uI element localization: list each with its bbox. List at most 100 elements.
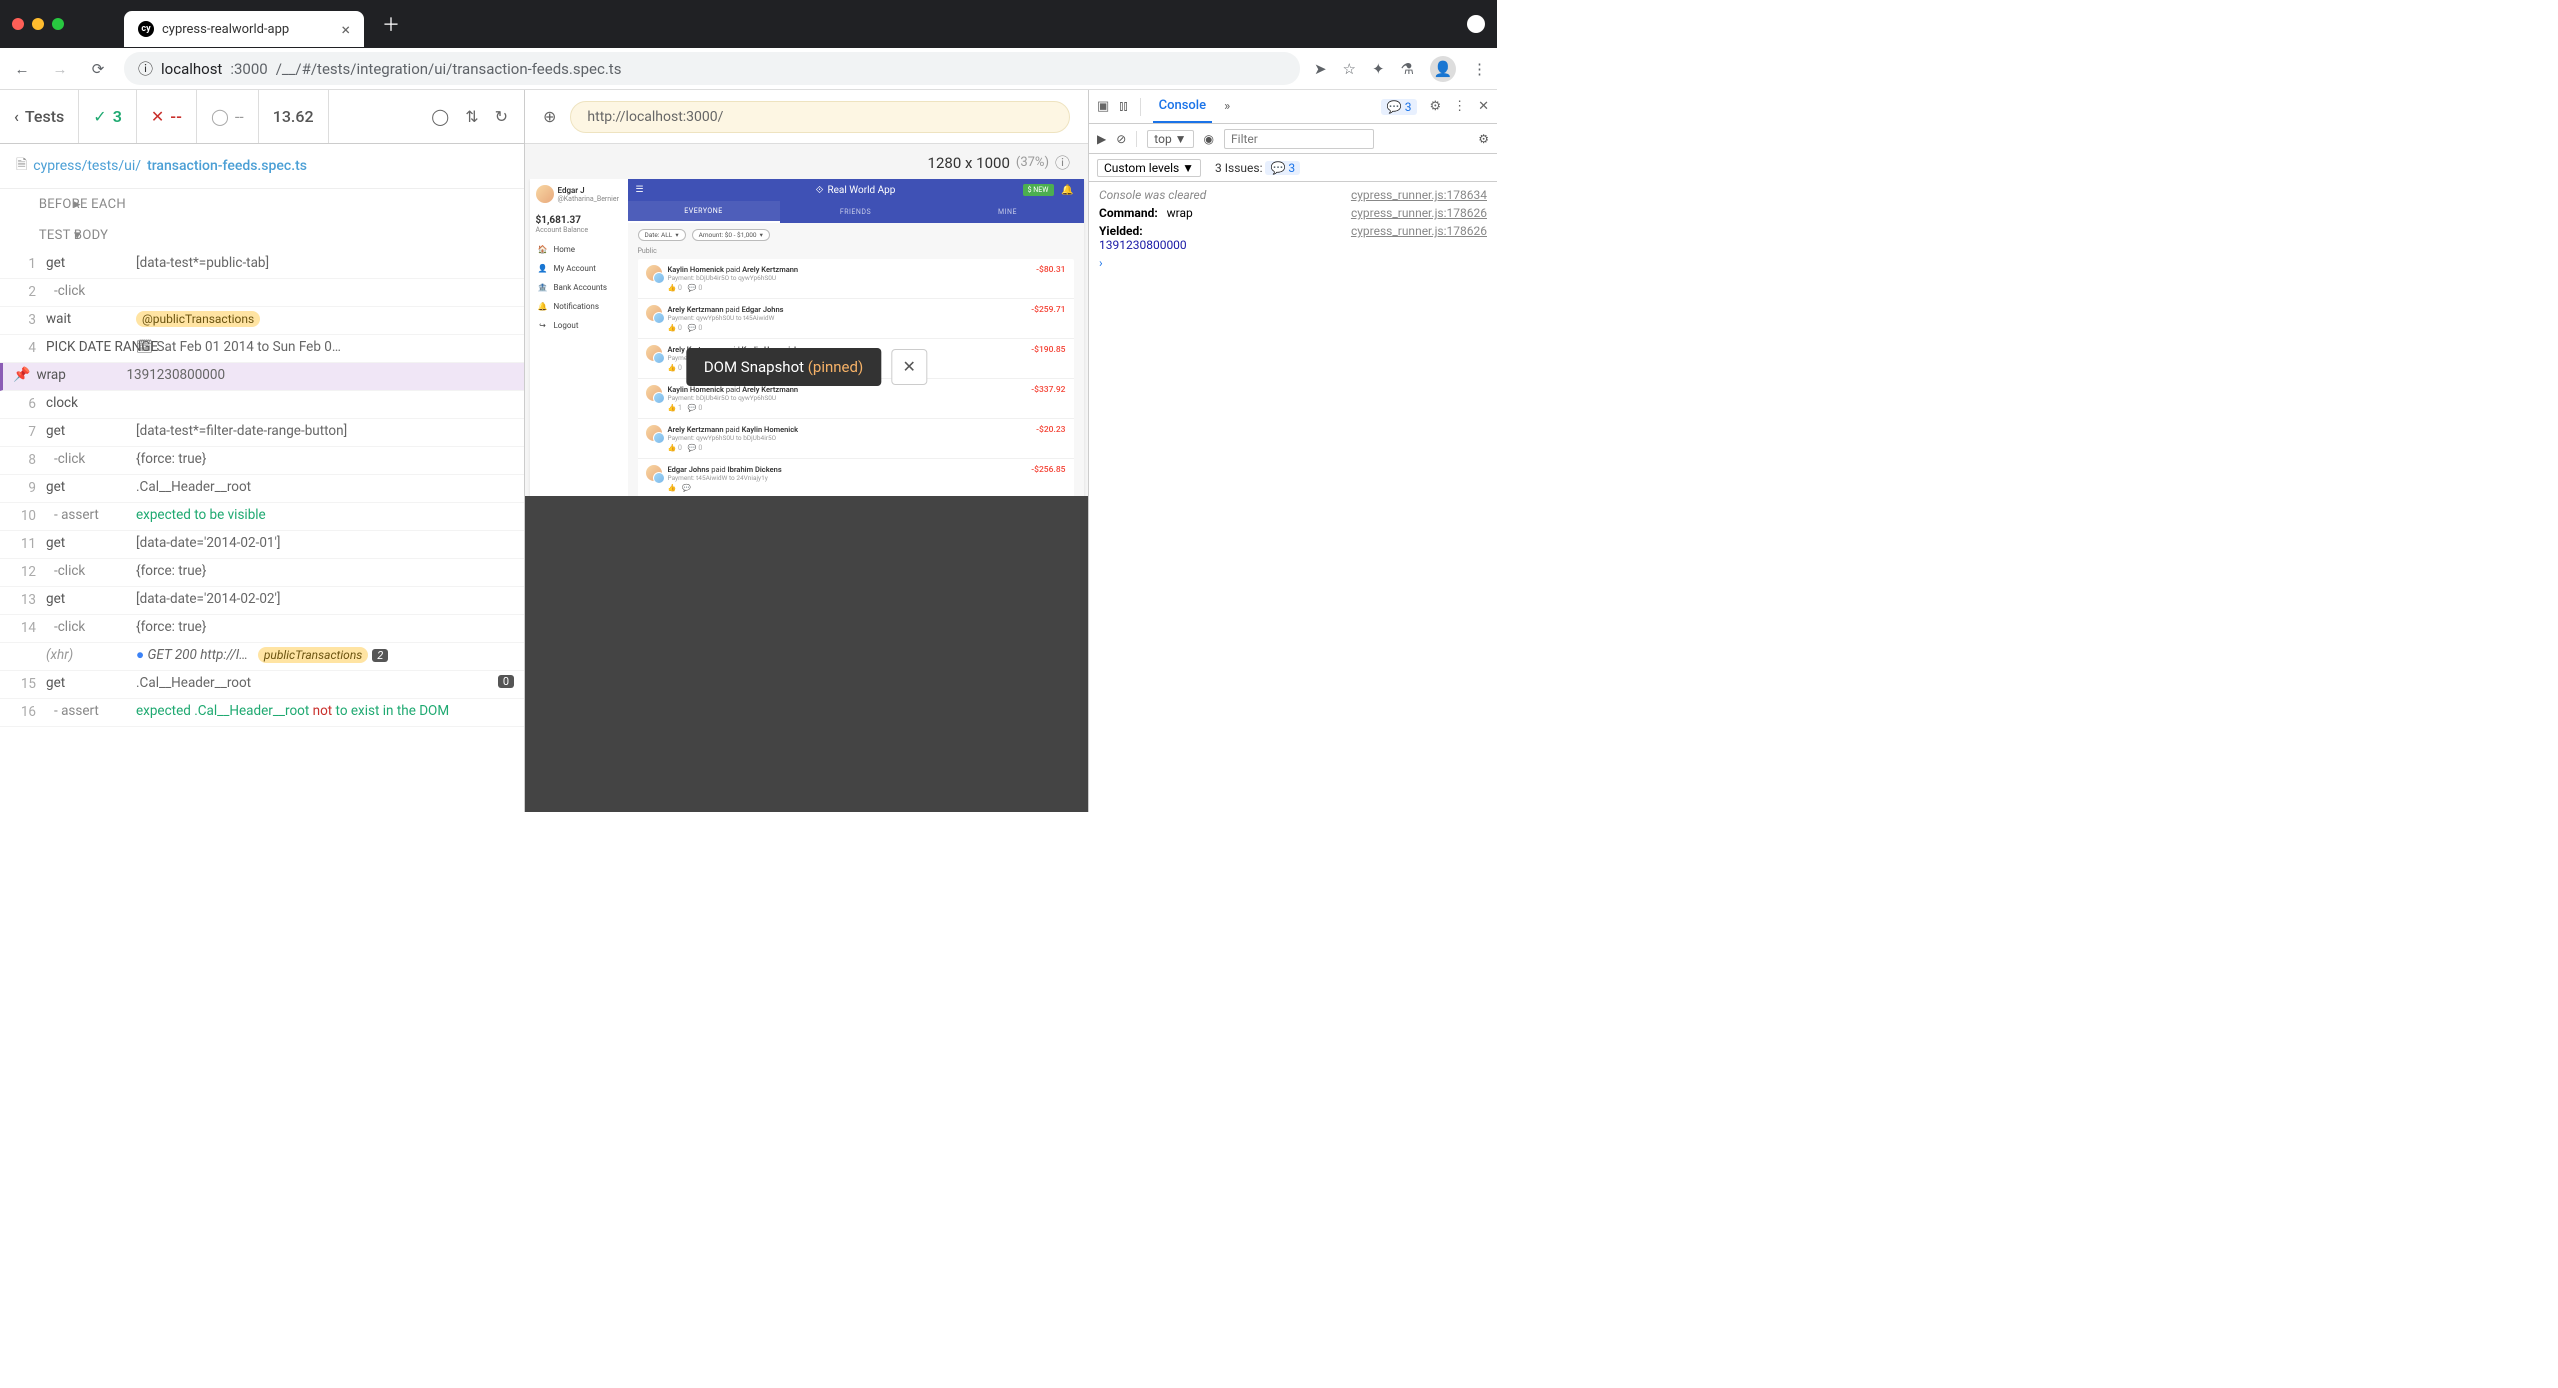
command-log: BEFORE EACH TEST BODY 1get[data-test*=pu… (0, 189, 524, 812)
maximize-window-icon[interactable] (52, 18, 64, 30)
site-info-icon[interactable]: ⓘ (138, 58, 153, 79)
like-icon[interactable]: 👍 0 (668, 364, 682, 372)
tab-close-icon[interactable]: × (341, 20, 350, 39)
browser-tab[interactable]: cy cypress-realworld-app × (124, 11, 364, 47)
preview-url[interactable]: http://localhost:3000/ (570, 101, 1070, 133)
more-tabs-icon[interactable]: » (1224, 99, 1230, 114)
transaction-item[interactable]: Arely Kertzmann paid Edgar JohnsPayment:… (638, 299, 1074, 339)
feed-tab[interactable]: FRIENDS (780, 201, 932, 223)
log-source[interactable]: cypress_runner.js:178626 (1351, 224, 1487, 252)
selector-playground-icon[interactable]: ⊕ (543, 107, 556, 126)
command-row[interactable]: 12-click{force: true} (0, 559, 524, 587)
test-body-section[interactable]: TEST BODY (0, 220, 524, 251)
back-button[interactable]: ← (10, 57, 34, 81)
command-number: 4 (10, 339, 36, 356)
sidebar-item[interactable]: 🏦Bank Accounts (530, 278, 628, 297)
new-tab-button[interactable]: ＋ (382, 11, 400, 37)
like-icon[interactable]: 👍 0 (668, 324, 682, 332)
date-filter-chip[interactable]: Date: ALL▾ (638, 229, 686, 241)
new-transaction-button[interactable]: $ NEW (1023, 184, 1054, 196)
context-selector[interactable]: top ▼ (1147, 130, 1193, 148)
circle-icon[interactable]: ◯ (431, 107, 449, 126)
settings-icon[interactable]: ⚙ (1429, 99, 1441, 114)
comment-icon[interactable]: 💬 0 (688, 284, 702, 292)
arrows-icon[interactable]: ⇅ (465, 107, 478, 126)
close-window-icon[interactable] (12, 18, 24, 30)
command-row[interactable]: 9get.Cal__Header__root (0, 475, 524, 503)
transaction-item[interactable]: Arely Kertzmann paid Kaylin HomenickPaym… (638, 419, 1074, 459)
command-row[interactable]: 1get[data-test*=public-tab] (0, 251, 524, 279)
like-icon[interactable]: 👍 1 (668, 404, 682, 412)
command-row[interactable]: 14-click{force: true} (0, 615, 524, 643)
spec-path-link[interactable]: 🗎 cypress/tests/ui/transaction-feeds.spe… (0, 144, 524, 189)
like-icon[interactable]: 👍 0 (668, 444, 682, 452)
command-row[interactable]: 16- assertexpected .Cal__Header__root no… (0, 699, 524, 727)
command-row[interactable]: 📌wrap1391230800000 (0, 363, 524, 391)
console-row[interactable]: Console was clearedcypress_runner.js:178… (1089, 186, 1497, 204)
before-each-section[interactable]: BEFORE EACH (0, 189, 524, 220)
comment-icon[interactable]: 💬 (682, 484, 691, 492)
command-row[interactable]: 7get[data-test*=filter-date-range-button… (0, 419, 524, 447)
info-icon[interactable]: ⓘ (1055, 152, 1070, 173)
command-row[interactable]: 15get.Cal__Header__root0 (0, 671, 524, 699)
snapshot-close-button[interactable]: ✕ (891, 349, 927, 385)
extensions-icon[interactable]: ✦ (1372, 60, 1385, 78)
device-icon[interactable]: ⫾⫾ (1119, 99, 1127, 114)
transaction-item[interactable]: Kaylin Homenick paid Arely KertzmannPaym… (638, 259, 1074, 299)
command-row[interactable]: (xhr)● GET 200 http://l… publicTransacti… (0, 643, 524, 671)
like-icon[interactable]: 👍 0 (668, 284, 682, 292)
feed-tab[interactable]: EVERYONE (628, 201, 780, 223)
minimize-window-icon[interactable] (32, 18, 44, 30)
issues-count[interactable]: 3 Issues: 💬 3 (1215, 161, 1300, 175)
transaction-item[interactable]: Edgar Johns paid Ibrahim DickensPayment:… (638, 459, 1074, 496)
like-icon[interactable]: 👍 (668, 484, 677, 492)
console-tab[interactable]: Console (1153, 90, 1212, 123)
bookmark-icon[interactable]: ☆ (1343, 60, 1356, 78)
inspect-icon[interactable]: ▣ (1097, 99, 1109, 114)
comment-icon[interactable]: 💬 0 (688, 404, 702, 412)
command-row[interactable]: 13get[data-date='2014-02-02'] (0, 587, 524, 615)
comment-icon[interactable]: 💬 0 (688, 324, 702, 332)
close-devtools-icon[interactable]: ✕ (1478, 99, 1489, 114)
command-row[interactable]: 4PICK DATE RANGE🗓 Sat Feb 01 2014 to Sun… (0, 335, 524, 363)
message-count-badge[interactable]: 💬3 (1381, 99, 1418, 115)
command-row[interactable]: 11get[data-date='2014-02-01'] (0, 531, 524, 559)
eye-icon[interactable]: ◉ (1204, 132, 1214, 146)
play-icon[interactable]: ▶ (1097, 132, 1106, 146)
command-row[interactable]: 6clock (0, 391, 524, 419)
command-row[interactable]: 10- assertexpected to be visible (0, 503, 524, 531)
send-icon[interactable]: ➤ (1314, 60, 1327, 78)
command-row[interactable]: 2-click (0, 279, 524, 307)
console-settings-icon[interactable]: ⚙ (1478, 132, 1489, 146)
sidebar-item[interactable]: 👤My Account (530, 259, 628, 278)
feed-tab[interactable]: MINE (932, 201, 1084, 223)
bell-icon[interactable]: 🔔 (1061, 185, 1073, 196)
levels-selector[interactable]: Custom levels ▼ (1097, 159, 1201, 177)
console-row[interactable]: Yielded: 1391230800000cypress_runner.js:… (1089, 222, 1497, 254)
command-row[interactable]: 8-click{force: true} (0, 447, 524, 475)
amount-filter-chip[interactable]: Amount: $0 - $1,000▾ (692, 229, 770, 241)
profile-indicator-icon[interactable] (1467, 15, 1485, 33)
sidebar-item[interactable]: ↪Logout (530, 316, 628, 335)
back-to-tests-button[interactable]: ‹ Tests (0, 90, 79, 143)
reload-button[interactable]: ⟳ (86, 57, 110, 81)
command-number: 12 (10, 563, 36, 580)
comment-icon[interactable]: 💬 0 (688, 444, 702, 452)
console-prompt[interactable]: › (1089, 254, 1497, 272)
more-icon[interactable]: ⋮ (1453, 99, 1466, 114)
hamburger-icon[interactable]: ☰ (636, 185, 644, 195)
log-source[interactable]: cypress_runner.js:178626 (1351, 206, 1487, 220)
menu-icon[interactable]: ⋮ (1472, 60, 1487, 78)
command-name: get (46, 479, 136, 495)
sidebar-item[interactable]: 🏠Home (530, 240, 628, 259)
sidebar-item[interactable]: 🔔Notifications (530, 297, 628, 316)
labs-icon[interactable]: ⚗ (1401, 60, 1414, 78)
command-row[interactable]: 3wait@publicTransactions (0, 307, 524, 335)
user-avatar-icon[interactable]: 👤 (1430, 56, 1456, 82)
url-input[interactable]: ⓘ localhost:3000/__/#/tests/integration/… (124, 52, 1300, 85)
console-row[interactable]: Command: wrapcypress_runner.js:178626 (1089, 204, 1497, 222)
restart-icon[interactable]: ↻ (495, 107, 508, 126)
console-filter-input[interactable] (1224, 129, 1374, 149)
log-source[interactable]: cypress_runner.js:178634 (1351, 188, 1487, 202)
clear-icon[interactable]: ⊘ (1116, 132, 1126, 146)
